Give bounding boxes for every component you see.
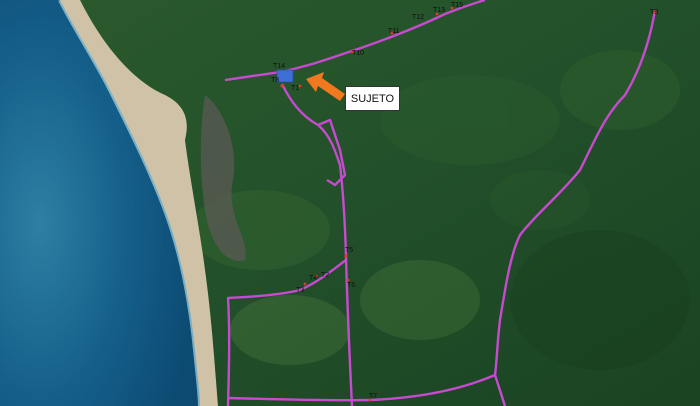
marker-label: T6	[347, 282, 355, 289]
marker-label: T10	[352, 50, 364, 57]
marker-label: T13	[433, 7, 445, 14]
marker-label: T1	[291, 85, 299, 92]
marker-label: T4	[309, 275, 317, 282]
subject-callout-label: SUJETO	[345, 86, 400, 111]
marker-label: T3	[296, 287, 304, 294]
marker-label: T5	[345, 247, 353, 254]
marker-label: T9	[650, 9, 658, 16]
map-layer: T14 T10 T11 T12 T13 T15 T9 T5 T6 T4 T2 T…	[0, 0, 700, 406]
subject-rectangle-marker[interactable]	[276, 69, 294, 83]
marker-label: T15	[451, 2, 463, 9]
marker-label: T12	[412, 14, 424, 21]
marker-label: T7	[369, 393, 377, 400]
satellite-map: T14 T10 T11 T12 T13 T15 T9 T5 T6 T4 T2 T…	[0, 0, 700, 406]
marker-label: T11	[388, 28, 400, 35]
marker-label: T14	[273, 63, 285, 70]
marker-label: T8	[271, 77, 279, 84]
marker-label: T2	[321, 272, 329, 279]
